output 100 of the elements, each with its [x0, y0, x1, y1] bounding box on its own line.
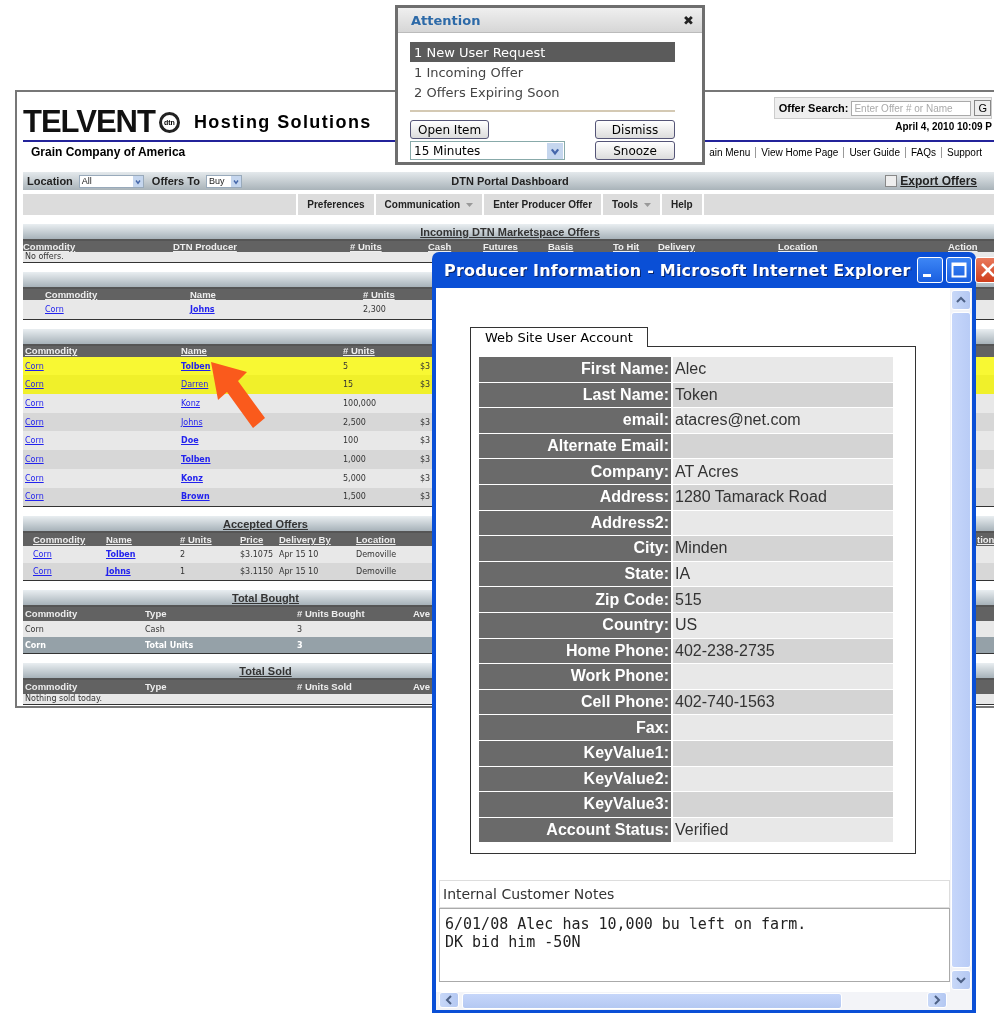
export-checkbox[interactable]	[885, 175, 898, 187]
column-header[interactable]: Commodity	[23, 240, 76, 252]
minimize-button[interactable]	[916, 257, 943, 283]
column-header[interactable]: Futures	[483, 240, 518, 252]
scroll-up-icon[interactable]	[956, 296, 966, 304]
search-field[interactable]: Enter Offer # or Name	[851, 100, 972, 116]
close-button[interactable]: ✖	[683, 12, 694, 28]
column-header[interactable]: Price	[240, 533, 264, 545]
logo-text: TELVENT	[23, 104, 155, 140]
column-header[interactable]: Delivery	[658, 240, 695, 252]
open-item-button[interactable]: Open Item	[410, 120, 490, 139]
maximize-button[interactable]	[945, 257, 972, 283]
column-header[interactable]: Name	[181, 345, 207, 357]
section-title[interactable]: Total Sold	[239, 664, 292, 677]
table-link[interactable]: Johns	[181, 417, 203, 427]
header-link[interactable]: View Home Page	[755, 146, 844, 158]
column-header[interactable]: # Units	[363, 288, 395, 300]
header-link[interactable]: FAQs	[904, 146, 941, 158]
table-link[interactable]: Konz	[181, 473, 203, 483]
column-header: Commodity	[25, 608, 78, 620]
table-link[interactable]: Tolben	[106, 550, 136, 560]
section-title[interactable]: Total Bought	[232, 591, 299, 604]
column-header[interactable]: DTN Producer	[173, 240, 237, 252]
table-link[interactable]: Corn	[45, 304, 64, 314]
table-cell: 15	[343, 380, 354, 390]
table-link[interactable]: Corn	[25, 492, 44, 502]
table-cell: $3.1075	[240, 550, 274, 560]
table-link[interactable]: Konz	[181, 398, 200, 408]
close-button[interactable]	[974, 257, 994, 283]
column-header[interactable]: Delivery By	[279, 533, 331, 545]
alert-item[interactable]: 1 New User Request	[410, 42, 675, 62]
table-link[interactable]: Johns	[106, 567, 131, 577]
snooze-button[interactable]: Snooze	[595, 141, 675, 160]
table-link[interactable]: Corn	[25, 454, 44, 464]
table-cell: 5	[343, 361, 349, 371]
alert-item[interactable]: 2 Offers Expiring Soon	[410, 82, 675, 102]
column-header[interactable]: Commodity	[25, 345, 78, 357]
column-header[interactable]: Cash	[428, 240, 452, 252]
vertical-scrollbar[interactable]	[950, 288, 972, 992]
table-link[interactable]: Darren	[181, 380, 209, 390]
field-value: Verified	[673, 817, 893, 844]
column-header[interactable]: Name	[190, 288, 216, 300]
column-header[interactable]: # Units	[180, 533, 212, 545]
column-header[interactable]: Location	[778, 240, 818, 252]
column-header[interactable]: Commodity	[33, 533, 86, 545]
horizontal-scrollbar[interactable]	[436, 992, 972, 1010]
table-link[interactable]: Johns	[190, 304, 215, 314]
table-link[interactable]: Corn	[33, 550, 52, 560]
table-link[interactable]: Corn	[25, 398, 44, 408]
header-link[interactable]: User Guide	[843, 146, 905, 158]
table-link[interactable]: Brown	[181, 492, 210, 502]
section-title[interactable]: Incoming DTN Marketspace Offers	[420, 225, 600, 238]
column-header[interactable]: Action	[948, 240, 978, 252]
scroll-left-icon[interactable]	[445, 995, 453, 1005]
table-cell: Apr 15 10	[279, 567, 319, 577]
export-link[interactable]: Export Offers	[900, 174, 977, 188]
table-link[interactable]: Corn	[25, 417, 44, 427]
column-header[interactable]: # Units	[343, 345, 375, 357]
column-header[interactable]: To Hit	[613, 240, 640, 252]
table-cell: Corn	[25, 624, 44, 634]
header-link[interactable]: Support	[940, 146, 987, 158]
go-button[interactable]: G	[974, 100, 991, 116]
scroll-right-icon[interactable]	[933, 995, 941, 1005]
header-link[interactable]: ain Menu	[704, 146, 756, 158]
column-header[interactable]: Commodity	[45, 288, 98, 300]
company-name: Grain Company of America	[31, 145, 186, 159]
menu-item[interactable]: Help	[660, 194, 704, 215]
table-cell: 3	[297, 624, 303, 634]
scroll-down-icon[interactable]	[956, 976, 966, 984]
table-link[interactable]: Doe	[181, 436, 199, 446]
field-label: First Name:	[479, 357, 671, 383]
dashboard-title: DTN Portal Dashboard	[451, 175, 569, 187]
column-header[interactable]: Name	[106, 533, 132, 545]
account-tab[interactable]: Web Site User Account	[470, 327, 648, 347]
dismiss-button[interactable]: Dismiss	[595, 120, 675, 139]
column-header[interactable]: # Units	[350, 240, 382, 252]
table-link[interactable]: Corn	[33, 567, 52, 577]
table-cell: $3	[420, 361, 431, 371]
window-title: Producer Information - Microsoft Internet Explorer	[444, 260, 911, 280]
table-cell: 1	[180, 567, 186, 577]
column-header[interactable]: Basis	[548, 240, 574, 252]
filter-select[interactable]: All	[78, 174, 144, 188]
field-label: KeyValue3:	[479, 792, 671, 818]
alert-item[interactable]: 1 Incoming Offer	[410, 62, 675, 82]
table-link[interactable]: Corn	[25, 361, 44, 371]
table-link[interactable]: Corn	[25, 380, 44, 390]
table-link[interactable]: Corn	[25, 473, 44, 483]
snooze-select[interactable]: 15 Minutes	[410, 141, 565, 160]
notes-field[interactable]: 6/01/08 Alec has 10,000 bu left on farm. DK bid him -50N	[439, 908, 950, 983]
column-header[interactable]: Location	[356, 533, 396, 545]
column-header[interactable]: tion	[977, 533, 994, 545]
table-link[interactable]: Tolben	[181, 454, 211, 464]
close-icon	[979, 262, 994, 278]
section-title[interactable]: Accepted Offers	[223, 517, 308, 530]
filter-select[interactable]: Buy	[205, 174, 242, 188]
column-header: # Units Sold	[297, 681, 352, 693]
table-link[interactable]: Tolben	[181, 361, 211, 371]
table-cell: 3	[297, 640, 303, 650]
table-link[interactable]: Corn	[25, 436, 44, 446]
table-cell: 100,000	[343, 398, 377, 408]
